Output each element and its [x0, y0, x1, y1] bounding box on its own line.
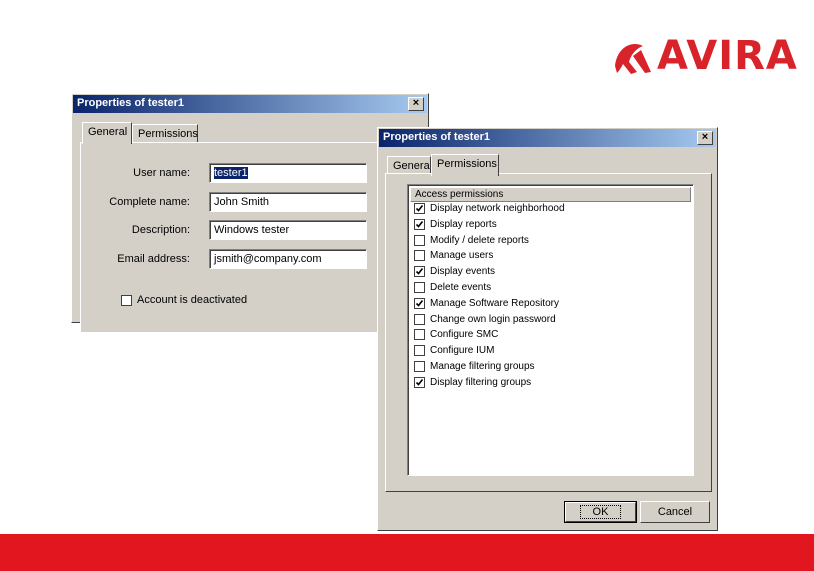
complete-name-field[interactable]: John Smith	[209, 192, 367, 212]
description-value: Windows tester	[214, 224, 290, 236]
permission-label: Modify / delete reports	[430, 234, 529, 246]
account-deactivated-checkbox[interactable]	[121, 294, 132, 306]
permission-item[interactable]: Manage filtering groups	[414, 361, 535, 372]
complete-name-label: Complete name:	[109, 196, 190, 208]
permission-checkbox[interactable]	[414, 218, 425, 230]
footer-band	[0, 534, 814, 571]
user-name-value: tester1	[214, 167, 248, 179]
permission-label: Change own login password	[430, 313, 556, 325]
account-deactivated-checkbox-row[interactable]: Account is deactivated	[121, 294, 247, 306]
ok-button[interactable]: OK	[564, 501, 637, 523]
user-name-label: User name:	[133, 167, 190, 179]
checkmark-icon	[415, 205, 424, 212]
tab-general-label: Genera	[393, 160, 430, 172]
tab-permissions[interactable]: Permissions	[132, 124, 198, 142]
permission-item[interactable]: Manage Software Repository	[414, 297, 559, 309]
close-button[interactable]: ×	[408, 97, 424, 111]
checkmark-icon	[415, 299, 424, 307]
email-address-label: Email address:	[117, 253, 190, 265]
permission-checkbox[interactable]	[414, 329, 425, 341]
permission-item[interactable]: Display events	[414, 266, 496, 278]
avira-logo-text: AVIRA	[657, 33, 798, 79]
checkmark-icon	[415, 220, 424, 228]
permission-checkbox[interactable]	[414, 376, 425, 388]
permission-label: Configure SMC	[430, 329, 499, 341]
tab-general[interactable]: General	[82, 122, 132, 144]
permission-item[interactable]: Display network neighborhood	[414, 203, 565, 214]
tab-general-label: General	[88, 126, 128, 138]
close-icon: ×	[701, 131, 709, 143]
checkmark-icon	[415, 268, 424, 275]
permission-label: Manage filtering groups	[430, 361, 535, 372]
dialog-title: Properties of tester1	[77, 97, 184, 109]
permission-checkbox[interactable]	[414, 345, 425, 357]
permission-label: Display network neighborhood	[430, 203, 565, 214]
permission-label: Manage users	[430, 250, 494, 262]
permission-item[interactable]: Configure IUM	[414, 345, 495, 357]
ok-button-label: OK	[579, 505, 622, 519]
dialog-title: Properties of tester1	[383, 131, 490, 143]
email-address-value: jsmith@company.com	[214, 253, 322, 265]
permission-checkbox[interactable]	[414, 234, 425, 246]
permission-item[interactable]: Configure SMC	[414, 329, 499, 341]
permission-label: Configure IUM	[430, 345, 495, 357]
permission-checkbox[interactable]	[414, 282, 425, 293]
dialog-title-bar[interactable]: Properties of tester1 ×	[73, 95, 427, 113]
permission-checkbox[interactable]	[414, 250, 425, 262]
access-permissions-header: Access permissions	[410, 187, 691, 202]
access-permissions-list[interactable]: Access permissions Display network neigh…	[407, 184, 694, 476]
description-field[interactable]: Windows tester	[209, 220, 367, 240]
permission-checkbox[interactable]	[414, 297, 425, 309]
permission-item[interactable]: Display reports	[414, 218, 497, 230]
permission-checkbox[interactable]	[414, 203, 425, 214]
properties-dialog-permissions: Properties of tester1 × Genera Permissio…	[377, 127, 718, 531]
tab-permissions-label: Permissions	[138, 128, 198, 140]
user-name-field[interactable]: tester1	[209, 163, 367, 183]
permission-item[interactable]: Change own login password	[414, 313, 556, 325]
permission-item[interactable]: Modify / delete reports	[414, 234, 529, 246]
complete-name-value: John Smith	[214, 196, 270, 208]
dialog-title-bar[interactable]: Properties of tester1 ×	[379, 129, 716, 147]
cancel-button[interactable]: Cancel	[640, 501, 710, 523]
permission-checkbox[interactable]	[414, 313, 425, 325]
properties-dialog-general: Properties of tester1 × General Permissi…	[71, 93, 440, 332]
avira-logo: AVIRA	[611, 35, 798, 77]
permission-checkbox[interactable]	[414, 266, 425, 278]
permission-label: Display events	[430, 266, 496, 278]
permission-label: Manage Software Repository	[430, 297, 559, 309]
permission-item[interactable]: Delete events	[414, 282, 491, 293]
permission-label: Delete events	[430, 282, 492, 293]
permissions-tab-panel: Access permissions Display network neigh…	[385, 173, 712, 492]
permission-item[interactable]: Manage users	[414, 250, 494, 262]
checkmark-icon	[415, 378, 424, 386]
tab-permissions[interactable]: Permissions	[431, 154, 499, 176]
tab-permissions-label: Permissions	[437, 158, 497, 170]
tab-general[interactable]: Genera	[387, 156, 431, 174]
permission-label: Display reports	[430, 218, 497, 230]
description-label: Description:	[131, 224, 190, 236]
cancel-button-label: Cancel	[657, 506, 693, 518]
permission-label: Display filtering groups	[430, 376, 532, 388]
avira-umbrella-icon	[615, 44, 651, 74]
permission-checkbox[interactable]	[414, 361, 425, 372]
email-address-field[interactable]: jsmith@company.com	[209, 249, 367, 269]
permission-item[interactable]: Display filtering groups	[414, 376, 532, 388]
close-button[interactable]: ×	[697, 131, 713, 145]
account-deactivated-label: Account is deactivated	[137, 294, 248, 306]
close-icon: ×	[412, 97, 420, 109]
